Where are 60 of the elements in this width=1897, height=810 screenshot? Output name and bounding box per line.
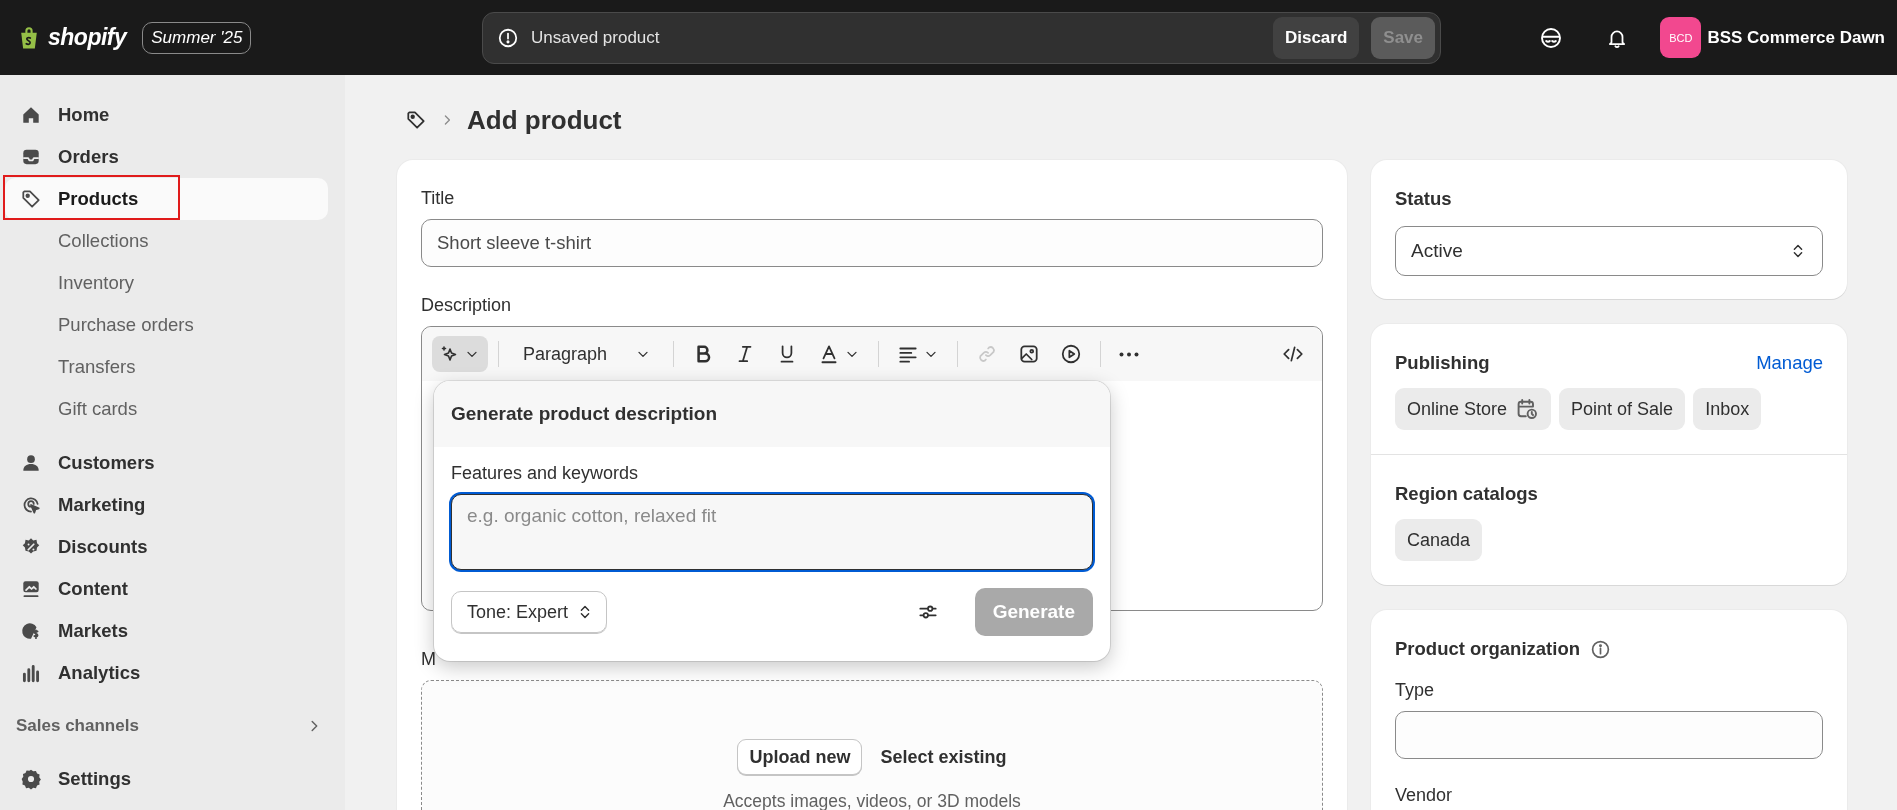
nav-item[interactable]: Orders [5,136,328,178]
nav-item[interactable]: Customers [5,442,328,484]
ai-generate-button[interactable] [432,336,488,372]
image-icon [1018,343,1041,365]
nav-subitem[interactable]: Collections [5,220,328,262]
title-field[interactable]: Short sleeve t-shirt [421,219,1323,267]
upload-button[interactable]: Upload new [737,739,863,775]
person-icon [20,452,42,474]
field-label: Type [1395,680,1436,701]
nav-subitem[interactable]: Purchase orders [5,304,328,346]
channel-chip: Point of Sale [1559,388,1686,430]
image-monitor-icon [20,578,42,600]
nav-subitem[interactable]: Inventory [5,262,328,304]
card-title: Status [1395,188,1452,209]
info-icon [1590,638,1611,660]
nav-item[interactable]: Content [5,568,328,610]
field-label: Vendor [1395,785,1454,806]
manage-link[interactable]: Manage [1756,352,1823,374]
tag-icon [20,188,42,210]
section-heading: Sales channels [16,716,139,736]
paragraph-dropdown[interactable]: Paragraph [509,336,664,372]
more-icon [1119,351,1140,357]
page-title: Add product [467,104,622,136]
shopify-logo-text: shopify [48,24,127,51]
tone-dropdown[interactable]: Tone: Expert [451,591,608,633]
nav-item[interactable]: Settings [5,758,328,800]
dropzone-hint: Accepts images, videos, or 3D models [723,791,1021,810]
play-circle-icon [1060,343,1083,365]
unsaved-message: Unsaved product [531,27,661,48]
nav-item[interactable]: Marketing [5,484,328,526]
discard-button[interactable]: Discard [1272,16,1360,59]
edition-badge: Summer '25 [142,21,252,54]
catalog-chip: Canada [1395,519,1483,561]
nav-item[interactable]: Products [5,178,328,220]
field-label: Features and keywords [451,463,639,483]
calendar-clock-icon [1515,397,1540,421]
field-label: Title [421,188,456,209]
nav-subitem[interactable]: Gift cards [5,388,328,430]
channel-chip: Inbox [1693,388,1762,430]
card-title: Publishing [1395,352,1490,374]
select-existing-link[interactable]: Select existing [880,746,1007,768]
card-title: Region catalogs [1395,483,1538,504]
settings-icon [20,768,42,790]
nav-item[interactable]: Analytics [5,652,328,694]
media-dropzone[interactable]: Upload new Select existing Accepts images, videos, or 3D models [421,680,1323,810]
nav-item[interactable]: Home [5,94,328,136]
store-name[interactable]: BSS Commerce Dawn [1707,27,1885,48]
nav-item[interactable]: Discounts [5,526,328,568]
tag-icon [405,109,427,131]
nav-subitem[interactable]: Transfers [5,346,328,388]
bar-chart-icon [20,662,42,684]
popover-title: Generate product description [451,403,718,425]
card-title: Product organization [1395,638,1580,660]
type-field[interactable] [1395,711,1823,759]
nav-item[interactable]: Markets [5,610,328,652]
channel-chip: Online Store [1395,388,1552,430]
alert-icon [497,26,519,49]
round-mask-icon [1539,25,1564,50]
status-select[interactable]: Active [1395,226,1823,276]
field-label: Description [421,295,513,316]
